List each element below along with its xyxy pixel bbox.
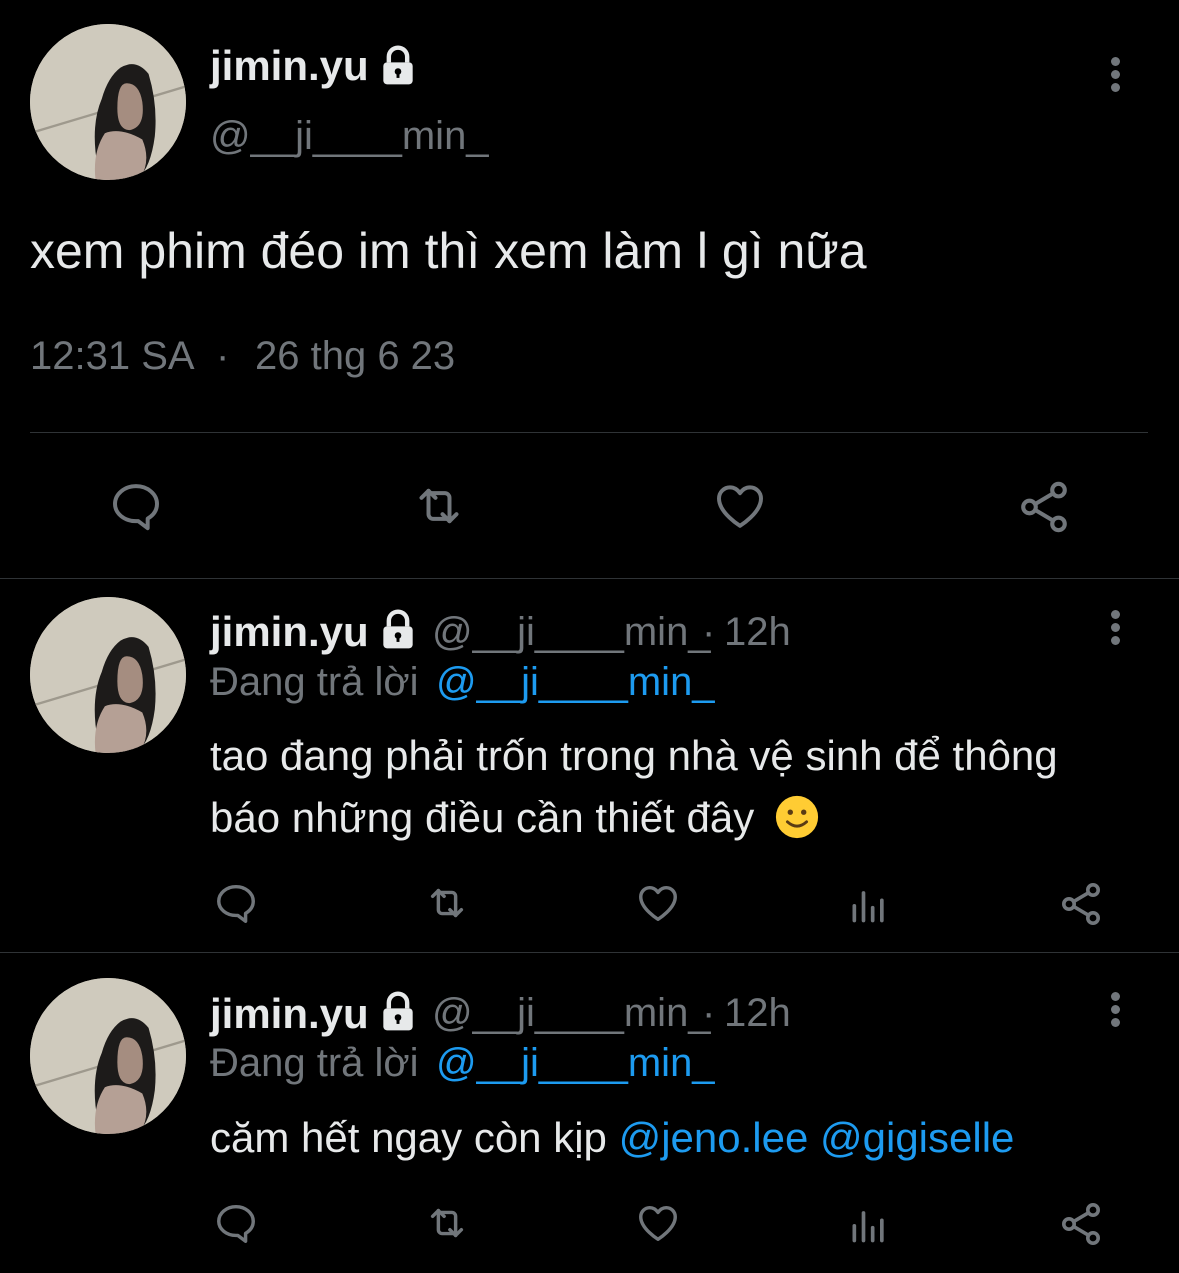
separator-dot: · bbox=[702, 991, 716, 1035]
display-name[interactable]: jimin.yu bbox=[210, 990, 369, 1038]
heart-icon[interactable] bbox=[634, 880, 682, 926]
replying-to-link[interactable]: @__ji____min_ bbox=[436, 1041, 715, 1086]
heart-icon[interactable] bbox=[634, 1200, 682, 1246]
tweet-text: xem phim đéo im thì xem làm l gì nữa bbox=[30, 223, 867, 279]
tweet-age: 12h bbox=[724, 610, 791, 654]
handle[interactable]: @__ji____min_ bbox=[432, 991, 711, 1036]
reply-text-line: tao đang phải trốn trong nhà vệ sinh để … bbox=[210, 732, 1058, 779]
tweet-date: 26 thg 6 23 bbox=[255, 334, 456, 378]
smile-emoji-icon bbox=[774, 794, 820, 840]
reply-text-line: báo những điều cần thiết đây bbox=[210, 794, 755, 841]
more-vertical-icon[interactable] bbox=[1109, 992, 1121, 1031]
mention-link[interactable]: @gigiselle bbox=[820, 1114, 1014, 1161]
replying-to-link[interactable]: @__ji____min_ bbox=[436, 660, 715, 705]
tweet-age: 12h bbox=[724, 991, 791, 1035]
avatar[interactable] bbox=[30, 597, 186, 753]
display-name[interactable]: jimin.yu bbox=[210, 42, 369, 90]
display-name[interactable]: jimin.yu bbox=[210, 608, 369, 656]
reply-text: căm hết ngay còn kịp bbox=[210, 1114, 607, 1161]
separator-dot: · bbox=[216, 334, 230, 378]
reply-icon[interactable] bbox=[106, 478, 166, 534]
retweet-icon[interactable] bbox=[420, 1200, 474, 1246]
more-vertical-icon[interactable] bbox=[1109, 610, 1121, 649]
avatar[interactable] bbox=[30, 24, 186, 180]
replying-prefix: Đang trả lời bbox=[210, 660, 419, 704]
share-icon[interactable] bbox=[1014, 478, 1074, 536]
share-icon[interactable] bbox=[1057, 1200, 1105, 1248]
share-icon[interactable] bbox=[1057, 880, 1105, 928]
tweet-time: 12:31 SA bbox=[30, 334, 195, 378]
more-vertical-icon[interactable] bbox=[1109, 57, 1121, 96]
mention-link[interactable]: @jeno.lee bbox=[619, 1114, 809, 1161]
handle[interactable]: @__ji____min_ bbox=[210, 114, 489, 159]
handle[interactable]: @__ji____min_ bbox=[432, 610, 711, 655]
views-icon[interactable] bbox=[846, 1202, 892, 1246]
lock-icon bbox=[376, 990, 420, 1034]
divider bbox=[30, 432, 1148, 433]
separator-dot: · bbox=[702, 610, 716, 654]
avatar[interactable] bbox=[30, 978, 186, 1134]
views-icon[interactable] bbox=[846, 882, 892, 926]
retweet-icon[interactable] bbox=[406, 478, 472, 534]
lock-icon bbox=[376, 608, 420, 652]
lock-icon bbox=[376, 44, 420, 88]
retweet-icon[interactable] bbox=[420, 880, 474, 926]
divider bbox=[0, 952, 1179, 953]
replying-prefix: Đang trả lời bbox=[210, 1041, 419, 1085]
reply-icon[interactable] bbox=[212, 1200, 260, 1246]
reply-icon[interactable] bbox=[212, 880, 260, 926]
divider bbox=[0, 578, 1179, 579]
heart-icon[interactable] bbox=[710, 478, 770, 534]
